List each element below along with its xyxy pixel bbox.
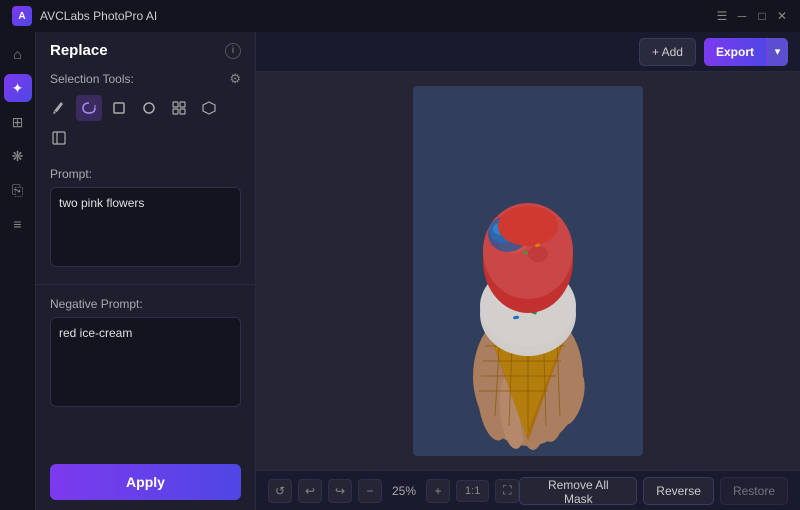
zoom-out-button[interactable]: − bbox=[358, 479, 382, 503]
add-button[interactable]: + Add bbox=[639, 38, 696, 66]
prompt-label: Prompt: bbox=[50, 167, 241, 181]
app-logo: A bbox=[12, 6, 32, 26]
sidebar-icon-tools[interactable]: ✦ bbox=[4, 74, 32, 102]
sidebar-icon-home[interactable]: ⌂ bbox=[4, 40, 32, 68]
tool-lasso[interactable] bbox=[76, 95, 102, 121]
window-controls: ☰ ─ □ ✕ bbox=[716, 10, 788, 22]
negative-prompt-section: Negative Prompt: bbox=[36, 291, 255, 418]
left-panel: Replace i Selection Tools: ⚙ bbox=[36, 32, 256, 510]
export-button[interactable]: Export bbox=[704, 38, 766, 66]
gear-icon[interactable]: ⚙ bbox=[229, 71, 241, 87]
maximize-button[interactable]: □ bbox=[756, 10, 768, 22]
ratio-button[interactable]: 1:1 bbox=[456, 480, 489, 502]
negative-prompt-label: Negative Prompt: bbox=[50, 297, 241, 311]
divider-1 bbox=[36, 284, 255, 285]
rotate-left-button[interactable]: ↺ bbox=[268, 479, 292, 503]
reverse-button[interactable]: Reverse bbox=[643, 477, 714, 505]
info-icon[interactable]: i bbox=[225, 43, 241, 59]
zoom-in-button[interactable]: + bbox=[426, 479, 450, 503]
menu-icon[interactable]: ☰ bbox=[716, 10, 728, 22]
tools-row bbox=[36, 93, 255, 161]
title-bar: A AVCLabs PhotoPro AI ☰ ─ □ ✕ bbox=[0, 0, 800, 32]
prompt-input[interactable] bbox=[50, 187, 241, 267]
apply-button[interactable]: Apply bbox=[50, 464, 241, 500]
panel-title: Replace bbox=[50, 42, 108, 59]
top-toolbar: + Add Export ▾ bbox=[256, 32, 800, 72]
sidebar-icon-effects[interactable]: ❋ bbox=[4, 142, 32, 170]
tool-magic-wand[interactable] bbox=[166, 95, 192, 121]
selection-tools-label: Selection Tools: bbox=[50, 72, 134, 86]
app-title: AVCLabs PhotoPro AI bbox=[40, 9, 157, 23]
negative-prompt-input[interactable] bbox=[50, 317, 241, 407]
sidebar-icon-sliders[interactable]: ≡ bbox=[4, 210, 32, 238]
icon-sidebar: ⌂ ✦ ⊞ ❋ ⎘ ≡ bbox=[0, 32, 36, 510]
canvas-image bbox=[413, 86, 643, 456]
minimize-button[interactable]: ─ bbox=[736, 10, 748, 22]
panel-header: Replace i bbox=[36, 32, 255, 67]
restore-button[interactable]: Restore bbox=[720, 477, 788, 505]
close-button[interactable]: ✕ bbox=[776, 10, 788, 22]
fit-button[interactable]: ⛶ bbox=[495, 479, 519, 503]
sidebar-icon-layers[interactable]: ⊞ bbox=[4, 108, 32, 136]
tool-rect[interactable] bbox=[106, 95, 132, 121]
canvas-viewport bbox=[256, 72, 800, 470]
canvas-area: + Add Export ▾ bbox=[256, 32, 800, 510]
zoom-level: 25% bbox=[392, 484, 416, 498]
apply-btn-wrapper: Apply bbox=[36, 454, 255, 510]
bottom-toolbar-right: Remove All Mask Reverse Restore bbox=[519, 477, 788, 505]
export-dropdown-arrow[interactable]: ▾ bbox=[766, 38, 788, 66]
export-btn-group: Export ▾ bbox=[704, 38, 788, 66]
tool-poly-mask[interactable] bbox=[46, 125, 72, 151]
redo-button[interactable]: ↪ bbox=[328, 479, 352, 503]
prompt-section: Prompt: bbox=[36, 161, 255, 278]
remove-all-mask-button[interactable]: Remove All Mask bbox=[519, 477, 637, 505]
tool-ellipse[interactable] bbox=[136, 95, 162, 121]
sidebar-icon-stamp[interactable]: ⎘ bbox=[4, 176, 32, 204]
undo-button[interactable]: ↩ bbox=[298, 479, 322, 503]
tool-pen[interactable] bbox=[46, 95, 72, 121]
canvas-image-container bbox=[413, 86, 643, 456]
bottom-toolbar: ↺ ↩ ↪ − 25% + 1:1 ⛶ Remove All Mask Reve… bbox=[256, 470, 800, 510]
ice-cream-illustration bbox=[413, 86, 643, 456]
tool-brush-mask[interactable] bbox=[196, 95, 222, 121]
selection-tools-header: Selection Tools: ⚙ bbox=[36, 67, 255, 93]
bottom-toolbar-left: ↺ ↩ ↪ − 25% + 1:1 ⛶ bbox=[268, 479, 519, 503]
main-layout: ⌂ ✦ ⊞ ❋ ⎘ ≡ Replace i Selection Tools: ⚙ bbox=[0, 32, 800, 510]
